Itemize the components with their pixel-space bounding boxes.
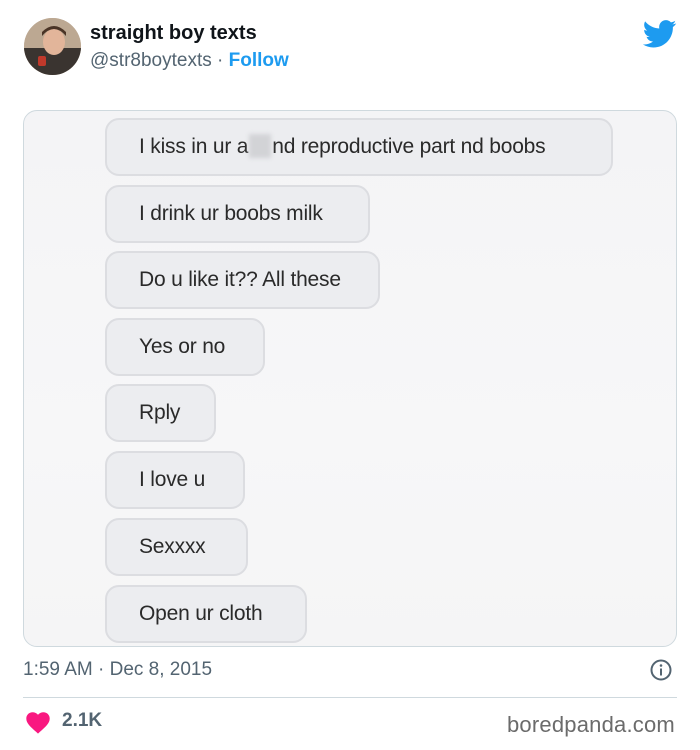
message-bubble: Rply: [105, 384, 216, 442]
handle[interactable]: @str8boytexts: [90, 50, 212, 71]
info-icon[interactable]: [650, 659, 672, 681]
divider: [23, 697, 677, 698]
avatar[interactable]: [24, 18, 81, 75]
message-bubble: Open ur cloth: [105, 585, 307, 643]
censor-blur: [249, 134, 272, 158]
twitter-bird-icon[interactable]: [643, 20, 677, 48]
watermark: boredpanda.com: [507, 712, 675, 737]
follow-button[interactable]: Follow: [229, 50, 289, 71]
message-text: I kiss in ur a: [139, 135, 249, 158]
tweet-card: straight boy texts @str8boytexts · Follo…: [0, 0, 700, 750]
message-bubble: Sexxxx: [105, 518, 248, 576]
display-name[interactable]: straight boy texts: [90, 22, 257, 45]
message-bubble: Do u like it?? All these: [105, 251, 380, 309]
handle-line: @str8boytexts · Follow: [90, 50, 289, 72]
heart-icon[interactable]: [26, 712, 50, 734]
timestamp[interactable]: 1:59 AM · Dec 8, 2015: [23, 659, 212, 681]
message-bubble: Yes or no: [105, 318, 265, 376]
message-bubble: I drink ur boobs milk: [105, 185, 370, 243]
screenshot-media[interactable]: I kiss in ur a nd reproductive part nd bo…: [23, 110, 677, 647]
message-bubble: I kiss in ur a nd reproductive part nd bo…: [105, 118, 613, 176]
message-text: nd reproductive part nd boobs: [272, 135, 546, 158]
separator-dot: ·: [217, 50, 224, 71]
message-bubble: I love u: [105, 451, 245, 509]
like-count[interactable]: 2.1K: [62, 710, 102, 732]
